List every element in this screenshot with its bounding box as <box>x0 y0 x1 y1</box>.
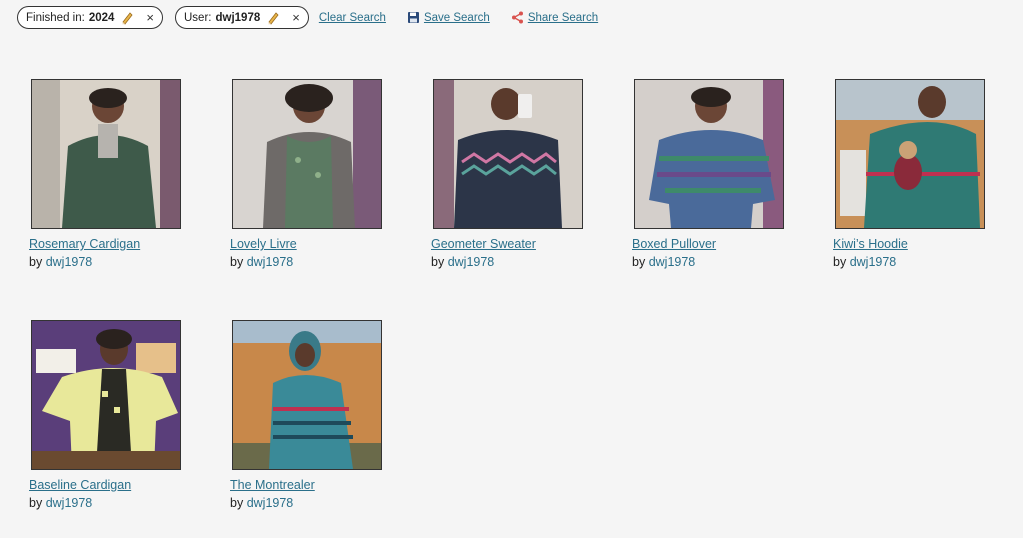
project-title-link[interactable]: Rosemary Cardigan <box>29 237 199 251</box>
project-user-link[interactable]: dwj1978 <box>46 255 93 269</box>
photo-boxed-pullover <box>635 80 783 228</box>
project-photo[interactable] <box>232 320 382 470</box>
project-user-link[interactable]: dwj1978 <box>448 255 495 269</box>
project-byline: by dwj1978 <box>431 255 601 269</box>
photo-kiwis-hoodie <box>836 80 984 228</box>
byline-prefix: by <box>632 255 646 269</box>
pencil-icon[interactable] <box>120 11 134 25</box>
remove-filter-icon[interactable]: × <box>146 11 154 24</box>
project-title-link[interactable]: The Montrealer <box>230 478 400 492</box>
project-byline: by dwj1978 <box>833 255 1003 269</box>
project-card: Baseline Cardigan by dwj1978 <box>29 320 199 510</box>
byline-prefix: by <box>29 496 43 510</box>
project-photo[interactable] <box>634 79 784 229</box>
project-title-link[interactable]: Geometer Sweater <box>431 237 601 251</box>
photo-the-montrealer <box>233 321 381 469</box>
project-user-link[interactable]: dwj1978 <box>649 255 696 269</box>
byline-prefix: by <box>230 496 244 510</box>
pencil-icon[interactable] <box>266 11 280 25</box>
filter-chip-label: User: <box>184 11 212 24</box>
share-search-label: Share Search <box>527 11 599 24</box>
project-byline: by dwj1978 <box>230 496 400 510</box>
project-title-link[interactable]: Baseline Cardigan <box>29 478 199 492</box>
byline-prefix: by <box>29 255 43 269</box>
photo-lovely-livre <box>233 80 381 228</box>
project-card: Lovely Livre by dwj1978 <box>230 79 400 269</box>
share-icon <box>511 11 524 24</box>
photo-baseline-cardigan <box>32 321 180 469</box>
project-user-link[interactable]: dwj1978 <box>850 255 897 269</box>
project-title-link[interactable]: Kiwi’s Hoodie <box>833 237 1003 251</box>
photo-geometer-sweater <box>434 80 582 228</box>
project-user-link[interactable]: dwj1978 <box>247 255 294 269</box>
save-search-label: Save Search <box>423 11 490 24</box>
search-filters-bar: Finished in: 2024 × User: dwj1978 × Clea… <box>17 6 619 29</box>
clear-search-link[interactable]: Clear Search <box>319 12 386 24</box>
project-photo[interactable] <box>835 79 985 229</box>
byline-prefix: by <box>833 255 847 269</box>
photo-rosemary-cardigan <box>32 80 180 228</box>
filter-chip-user[interactable]: User: dwj1978 × <box>175 6 309 29</box>
project-photo[interactable] <box>31 79 181 229</box>
project-title-link[interactable]: Boxed Pullover <box>632 237 802 251</box>
project-byline: by dwj1978 <box>29 255 199 269</box>
project-user-link[interactable]: dwj1978 <box>247 496 294 510</box>
byline-prefix: by <box>230 255 244 269</box>
project-photo[interactable] <box>232 79 382 229</box>
floppy-disk-icon <box>407 11 420 24</box>
project-byline: by dwj1978 <box>29 496 199 510</box>
project-byline: by dwj1978 <box>230 255 400 269</box>
filter-chip-finished[interactable]: Finished in: 2024 × <box>17 6 163 29</box>
project-card: Boxed Pullover by dwj1978 <box>632 79 802 269</box>
project-card: The Montrealer by dwj1978 <box>230 320 400 510</box>
filter-chip-value: dwj1978 <box>215 11 261 24</box>
project-byline: by dwj1978 <box>632 255 802 269</box>
byline-prefix: by <box>431 255 445 269</box>
filter-chip-label: Finished in: <box>26 11 85 24</box>
project-card: Rosemary Cardigan by dwj1978 <box>29 79 199 269</box>
share-search-link[interactable]: Share Search <box>511 11 598 24</box>
remove-filter-icon[interactable]: × <box>292 11 300 24</box>
save-search-link[interactable]: Save Search <box>407 11 490 24</box>
project-card: Geometer Sweater by dwj1978 <box>431 79 601 269</box>
project-title-link[interactable]: Lovely Livre <box>230 237 400 251</box>
project-user-link[interactable]: dwj1978 <box>46 496 93 510</box>
project-photo[interactable] <box>31 320 181 470</box>
project-photo[interactable] <box>433 79 583 229</box>
filter-chip-value: 2024 <box>88 11 115 24</box>
project-card: Kiwi’s Hoodie by dwj1978 <box>833 79 1003 269</box>
